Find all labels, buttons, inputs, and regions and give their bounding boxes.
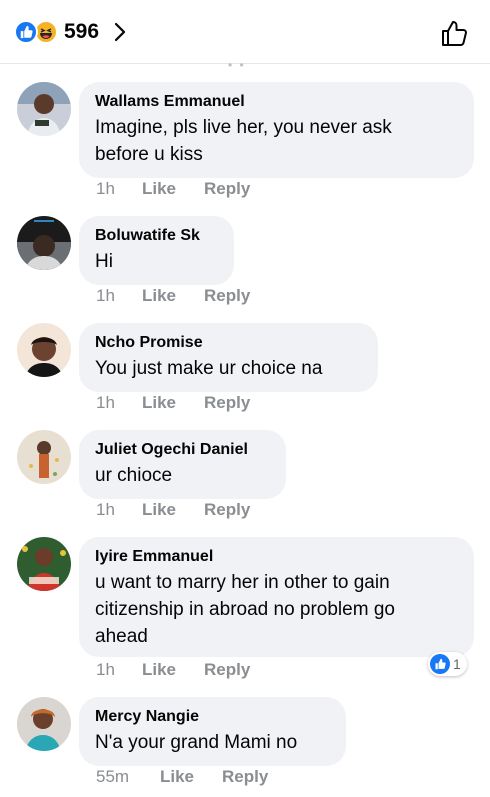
comment-author[interactable]: Wallams Emmanuel bbox=[95, 92, 458, 112]
comment-time[interactable]: 55m bbox=[96, 767, 160, 787]
comment-text-line: Hi bbox=[95, 251, 113, 272]
comment-time[interactable]: 1h bbox=[96, 500, 142, 520]
comment-actions: 1h Like Reply bbox=[96, 660, 250, 680]
comment-author[interactable]: Mercy Nangie bbox=[95, 707, 330, 727]
reply-button[interactable]: Reply bbox=[204, 500, 250, 520]
comment-text-line: Imagine, pls live her, you never ask bbox=[95, 117, 392, 138]
scroll-indicator: • • bbox=[228, 58, 246, 72]
avatar[interactable] bbox=[17, 430, 71, 484]
comment-time[interactable]: 1h bbox=[96, 660, 142, 680]
avatar[interactable] bbox=[17, 537, 71, 591]
reply-button[interactable]: Reply bbox=[204, 660, 250, 680]
comment-text-line: N'a your grand Mami no bbox=[95, 732, 298, 753]
comment-reaction-badge[interactable]: 1 bbox=[428, 652, 467, 676]
thumbs-up-icon[interactable] bbox=[440, 18, 470, 48]
avatar[interactable] bbox=[17, 697, 71, 751]
comment-author[interactable]: Ncho Promise bbox=[95, 333, 362, 353]
comment-bubble: Juliet Ogechi Daniel ur chioce bbox=[79, 430, 286, 499]
comment-text-line: You just make ur choice na bbox=[95, 358, 323, 379]
comment-bubble: Iyire Emmanuel u want to marry her in ot… bbox=[79, 537, 474, 657]
like-icon bbox=[430, 654, 450, 674]
comment-bubble: Boluwatife Sk Hi bbox=[79, 216, 234, 285]
chevron-right-icon[interactable] bbox=[113, 21, 129, 43]
comment-author[interactable]: Boluwatife Sk bbox=[95, 226, 218, 246]
comment-text-line: ahead bbox=[95, 626, 148, 647]
comment-text: u want to marry her in other to gain cit… bbox=[95, 569, 458, 650]
like-reaction-icon bbox=[14, 20, 38, 44]
reaction-count: 596 bbox=[64, 20, 100, 43]
comment-text: Hi bbox=[95, 248, 218, 275]
comment-author[interactable]: Juliet Ogechi Daniel bbox=[95, 440, 270, 460]
reaction-badge-count: 1 bbox=[453, 656, 461, 672]
comment-actions: 1h Like Reply bbox=[96, 286, 250, 306]
avatar[interactable] bbox=[17, 82, 71, 136]
like-button[interactable]: Like bbox=[142, 286, 176, 306]
reactions-header: 596 • • bbox=[0, 0, 490, 72]
avatar[interactable] bbox=[17, 323, 71, 377]
comment-text: Imagine, pls live her, you never ask bef… bbox=[95, 114, 458, 168]
like-button[interactable]: Like bbox=[160, 767, 194, 787]
reply-button[interactable]: Reply bbox=[222, 767, 268, 787]
comment-text-line: ur chioce bbox=[95, 465, 173, 486]
comment-bubble: Mercy Nangie N'a your grand Mami no bbox=[79, 697, 346, 766]
comment-time[interactable]: 1h bbox=[96, 179, 142, 199]
comment-author[interactable]: Iyire Emmanuel bbox=[95, 547, 458, 567]
reply-button[interactable]: Reply bbox=[204, 286, 250, 306]
comment-actions: 1h Like Reply bbox=[96, 393, 250, 413]
comment-text: You just make ur choice na bbox=[95, 355, 362, 382]
like-button[interactable]: Like bbox=[142, 660, 176, 680]
reply-button[interactable]: Reply bbox=[204, 393, 250, 413]
comment-text-line: before u kiss bbox=[95, 144, 203, 165]
reactions-summary[interactable]: 596 bbox=[14, 18, 129, 46]
comment-actions: 1h Like Reply bbox=[96, 500, 250, 520]
comment-time[interactable]: 1h bbox=[96, 393, 142, 413]
comment-text-line: citizenship in abroad no problem go bbox=[95, 599, 395, 620]
comment-text: ur chioce bbox=[95, 462, 270, 489]
comment-bubble: Ncho Promise You just make ur choice na bbox=[79, 323, 378, 392]
comment-bubble: Wallams Emmanuel Imagine, pls live her, … bbox=[79, 82, 474, 178]
comment-time[interactable]: 1h bbox=[96, 286, 142, 306]
comment-text: N'a your grand Mami no bbox=[95, 729, 330, 756]
avatar[interactable] bbox=[17, 216, 71, 270]
comment-actions: 1h Like Reply bbox=[96, 179, 250, 199]
reply-button[interactable]: Reply bbox=[204, 179, 250, 199]
like-button[interactable]: Like bbox=[142, 393, 176, 413]
like-button[interactable]: Like bbox=[142, 500, 176, 520]
like-button[interactable]: Like bbox=[142, 179, 176, 199]
comment-text-line: u want to marry her in other to gain bbox=[95, 572, 390, 593]
comment-actions: 55m Like Reply bbox=[96, 767, 268, 787]
